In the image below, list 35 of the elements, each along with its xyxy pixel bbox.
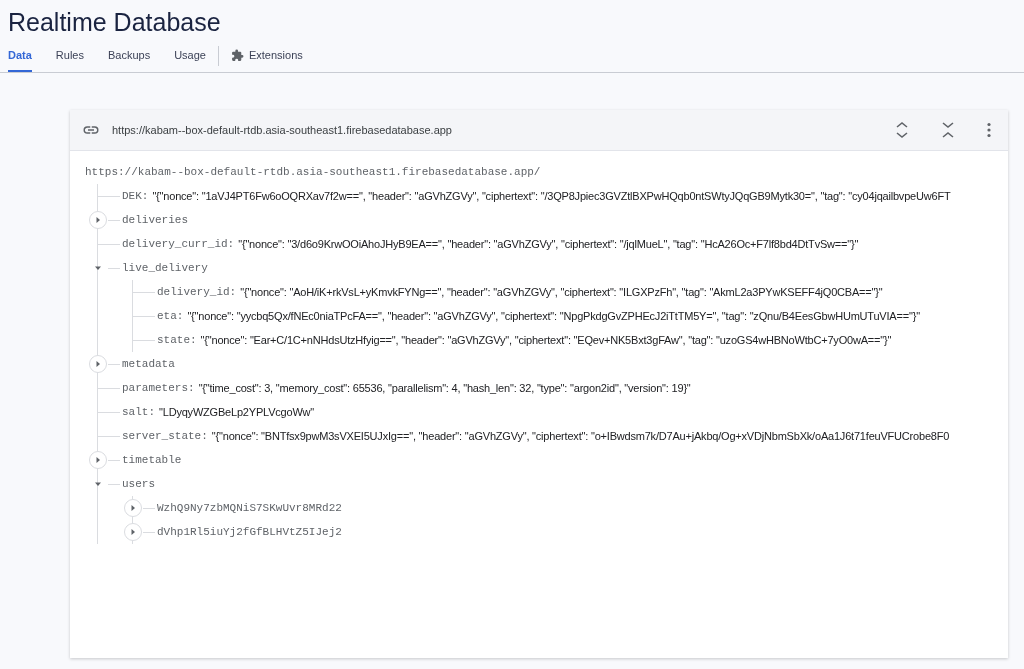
node-value[interactable]: "{"nonce": "3/d6o9KrwOOiAhoJHyB9EA==", "header": "aGVhZGVy", "ciphertext": "/jqlMueL", "tag": "HcA26Oc+F7lf8bd4DtTvSw=="}" xyxy=(238,238,859,250)
node-value[interactable]: "{"nonce": "1aVJ4PT6Fw6oOQRXav7f2w==", "header": "aGVhZGVy", "ciphertext": "/3QP8Jpiec3GVZtlBXPwHQqb0ntSWtyJQqGB9Mytk30=", "tag": "cy04jqailbvpeUw6FT xyxy=(152,190,951,202)
database-url[interactable]: https://kabam--box-default-rtdb.asia-southeast1.firebasedatabase.app xyxy=(112,124,452,136)
node-key[interactable]: state: xyxy=(157,334,197,346)
puzzle-icon xyxy=(230,48,244,62)
expand-all-icon[interactable] xyxy=(894,121,910,139)
node-key[interactable]: live_delivery xyxy=(122,262,208,274)
node-value[interactable]: "{"nonce": "yycbq5Qx/fNEc0niaTPcFA==", "header": "aGVhZGVy", "ciphertext": "NpgPkdgGvZPHEcJ2iTtTM5Y=", "tag": "zQnu/B4EesGbwHUmUTuVIA=="}" xyxy=(187,310,920,322)
node-value[interactable]: "{"nonce": "Ear+C/1C+nNHdsUtzHfyig==", "header": "aGVhZGVy", "ciphertext": "EQev+NK5Bxt3gFAw", "tag": "uzoGS4wHBNoWtbC+7yO0wA=="}" xyxy=(200,334,892,346)
node-key[interactable]: deliveries xyxy=(122,214,188,226)
node-key[interactable]: users xyxy=(122,478,155,490)
node-value[interactable]: "LDyqyWZGBeLp2YPLVcgoWw" xyxy=(159,406,315,418)
node-key[interactable]: dVhp1Rl5iuYj2fGfBLHVtZ5IJej2 xyxy=(157,526,342,538)
node-key[interactable]: parameters: xyxy=(122,382,195,394)
tab[interactable]: Extensions xyxy=(230,40,303,72)
root-url[interactable]: https://kabam--box-default-rtdb.asia-southeast1.firebasedatabase.app/ xyxy=(85,166,541,178)
node-value[interactable]: "{"nonce": "AoH/iK+rkVsL+yKmvkFYNg==", "header": "aGVhZGVy", "ciphertext": "ILGXPzFh", "tag": "AkmL2a3PYwKSEFF4jQ0CBA=="}" xyxy=(240,286,883,298)
page-title: Realtime Database xyxy=(7,7,222,38)
node-key[interactable]: delivery_curr_id: xyxy=(122,238,235,250)
node-key[interactable]: eta: xyxy=(157,310,184,322)
node-value[interactable]: "{"nonce": "BNTfsx9pwM3sVXEI5UJxIg==", "header": "aGVhZGVy", "ciphertext": "o+IBwdsm7k/D7Au+jAkbq/Og+xVDjNbmSbXk/oAa1J6t71feuVFUCrobe8F0 xyxy=(211,430,950,442)
node-key[interactable]: salt: xyxy=(122,406,155,418)
node-key[interactable]: metadata xyxy=(122,358,175,370)
tab[interactable]: Rules xyxy=(55,40,84,72)
node-key[interactable]: DEK: xyxy=(122,190,149,202)
tab[interactable]: Backups xyxy=(107,40,151,72)
tab[interactable]: Usage xyxy=(174,40,206,72)
more-menu-icon[interactable] xyxy=(986,122,992,138)
collapse-all-icon[interactable] xyxy=(940,121,956,139)
node-key[interactable]: WzhQ9Ny7zbMQNiS7SKwUvr8MRd22 xyxy=(157,502,342,514)
node-value[interactable]: "{"time_cost": 3, "memory_cost": 65536, "parallelism": 4, "hash_len": 32, "type": "argon2id", "version": 19}" xyxy=(198,382,691,394)
node-key[interactable]: server_state: xyxy=(122,430,208,442)
node-key[interactable]: timetable xyxy=(122,454,182,466)
tab[interactable]: Data xyxy=(8,40,32,72)
node-key[interactable]: delivery_id: xyxy=(157,286,237,298)
